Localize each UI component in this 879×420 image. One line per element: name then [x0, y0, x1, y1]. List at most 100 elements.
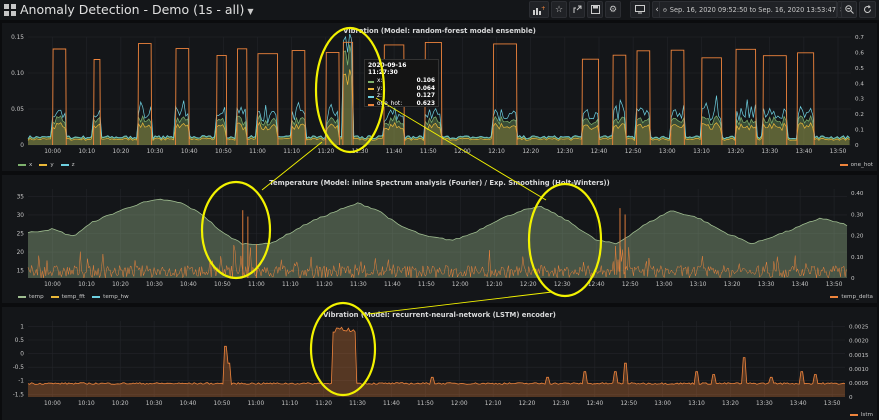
- legend-item-lstm[interactable]: lstm: [849, 412, 873, 418]
- x-tick-label: 10:40: [181, 149, 198, 155]
- x-tick-label: 12:10: [488, 149, 505, 155]
- x-tick-label: 13:10: [693, 149, 710, 155]
- x-tick-label: 12:50: [620, 401, 637, 407]
- y-tick-label: 15: [17, 269, 25, 275]
- x-tick-label: 12:40: [586, 401, 603, 407]
- y-right-tick-label: 0.0025: [849, 325, 869, 331]
- y-right-tick-label: 0: [855, 143, 859, 149]
- dashboard-title-text: Anomaly Detection - Demo (1s - all): [20, 2, 245, 17]
- x-tick-label: 11:10: [282, 282, 299, 288]
- x-tick-label: 11:20: [315, 401, 332, 407]
- y-right-tick-label: 0.5: [855, 66, 864, 72]
- x-tick-label: 10:10: [78, 282, 95, 288]
- x-tick-label: 13:20: [722, 401, 739, 407]
- x-tick-label: 13:50: [830, 149, 847, 155]
- x-tick-label: 11:00: [247, 401, 264, 407]
- top-navbar: Anomaly Detection - Demo (1s - all) ▼ + ☆…: [0, 0, 879, 20]
- x-tick-label: 10:10: [78, 401, 95, 407]
- dashboard-title[interactable]: Anomaly Detection - Demo (1s - all) ▼: [20, 2, 254, 17]
- settings-button[interactable]: ⚙: [605, 1, 621, 18]
- x-tick-label: 10:50: [215, 149, 232, 155]
- x-tick-label: 10:00: [44, 282, 61, 288]
- x-tick-label: 10:30: [147, 149, 164, 155]
- y-tick-label: 35: [17, 194, 25, 200]
- add-panel-button[interactable]: +: [529, 1, 549, 18]
- x-tick-label: 13:30: [761, 149, 778, 155]
- x-tick-label: 12:10: [485, 401, 502, 407]
- x-tick-label: 10:00: [44, 401, 61, 407]
- x-tick-label: 11:40: [383, 401, 400, 407]
- chart-vibration-random-forest[interactable]: 10:00 10:10 10:20 10:30 10:40 10:50 11:00 11:10…: [2, 23, 877, 171]
- y-tick-label: 30: [17, 213, 25, 219]
- x-tick-label: 11:50: [418, 282, 435, 288]
- clock-icon: [663, 7, 667, 12]
- refresh-button[interactable]: [859, 1, 876, 18]
- y-right-tick-label: 0.6: [855, 50, 864, 56]
- y-tick-label: 20: [17, 250, 25, 256]
- zoom-out-icon: [844, 5, 854, 14]
- x-tick-label: 10:30: [146, 282, 163, 288]
- x-tick-label: 11:10: [281, 401, 298, 407]
- y-right-tick-label: 0.1: [855, 128, 864, 134]
- x-tick-label: 11:30: [352, 149, 369, 155]
- refresh-icon: [864, 5, 871, 13]
- legend-item-y[interactable]: y: [39, 162, 54, 168]
- legend-left: x y z: [18, 162, 75, 168]
- chart-vibration-lstm[interactable]: 10:00 10:10 10:20 10:30 10:40 10:50 11:00 11:10…: [2, 307, 877, 420]
- x-tick-label: 13:10: [688, 401, 705, 407]
- x-tick-label: 11:50: [417, 401, 434, 407]
- star-icon: ☆: [554, 4, 564, 15]
- chart-temperature[interactable]: 10:00 10:10 10:20 10:30 10:40 10:50 11:00 11:10…: [2, 175, 877, 303]
- legend-item-x[interactable]: x: [18, 162, 32, 168]
- x-tick-label: 12:40: [591, 149, 608, 155]
- panel-vibration-random-forest: Vibration (Model: random-forest model en…: [2, 23, 877, 171]
- star-button[interactable]: ☆: [551, 1, 567, 18]
- x-tick-label: 10:20: [112, 282, 129, 288]
- zoom-out-button[interactable]: [841, 1, 857, 18]
- x-tick-label: 13:40: [792, 282, 809, 288]
- gear-icon: ⚙: [608, 4, 618, 15]
- save-icon: [590, 5, 600, 14]
- x-tick-label: 12:10: [486, 282, 503, 288]
- x-tick-label: 11:00: [249, 149, 266, 155]
- y-tick-label: -1: [18, 379, 24, 385]
- view-mode-button[interactable]: [630, 1, 650, 18]
- legend-right: lstm: [849, 412, 873, 418]
- panel-temperature: Temperature (Model: inline Spectrum anal…: [2, 175, 877, 303]
- x-tick-label: 13:00: [654, 401, 671, 407]
- legend-right: temp_delta: [830, 294, 873, 300]
- legend-item-z[interactable]: z: [60, 162, 75, 168]
- x-tick-label: 10:20: [112, 401, 129, 407]
- legend-item-temp-hw[interactable]: temp_hw: [92, 294, 129, 300]
- monitor-icon: [635, 5, 645, 14]
- y-right-tick-label: 0.0020: [849, 339, 869, 345]
- share-icon: [573, 5, 581, 13]
- x-tick-label: 10:50: [214, 282, 231, 288]
- x-tick-label: 12:30: [553, 401, 570, 407]
- legend-item-temp-fft[interactable]: temp_fft: [50, 294, 85, 300]
- svg-text:+: +: [541, 5, 545, 12]
- x-tick-label: 11:50: [420, 149, 437, 155]
- y-right-tick-label: 0.2: [855, 112, 864, 118]
- save-button[interactable]: [587, 1, 603, 18]
- tooltip-row-one-hot: one_hot:0.623: [368, 101, 435, 109]
- share-button[interactable]: [569, 1, 585, 18]
- legend-item-temp[interactable]: temp: [18, 294, 44, 300]
- time-range-picker[interactable]: Sep. 16, 2020 09:52:50 to Sep. 16, 2020 …: [659, 1, 837, 18]
- y-tick-label: -1.5: [13, 392, 25, 398]
- legend-item-one-hot[interactable]: one_hot: [839, 162, 873, 168]
- x-tick-label: 12:00: [454, 149, 471, 155]
- x-tick-label: 10:00: [44, 149, 61, 155]
- y-right-tick-label: 0.3: [855, 97, 864, 103]
- dashboard-grid-icon[interactable]: [4, 4, 16, 16]
- y-tick-label: 0.05: [11, 107, 24, 113]
- x-tick-label: 12:00: [452, 282, 469, 288]
- y-tick-label: 0.10: [11, 71, 24, 77]
- tooltip-row-x: x:0.106: [368, 78, 435, 86]
- x-tick-label: 12:50: [625, 149, 642, 155]
- series-lstm-area: [28, 327, 845, 397]
- y-tick-label: 0: [20, 352, 24, 358]
- legend-item-temp-delta[interactable]: temp_delta: [830, 294, 873, 300]
- y-tick-label: 0.15: [11, 35, 24, 41]
- x-tick-label: 13:30: [758, 282, 775, 288]
